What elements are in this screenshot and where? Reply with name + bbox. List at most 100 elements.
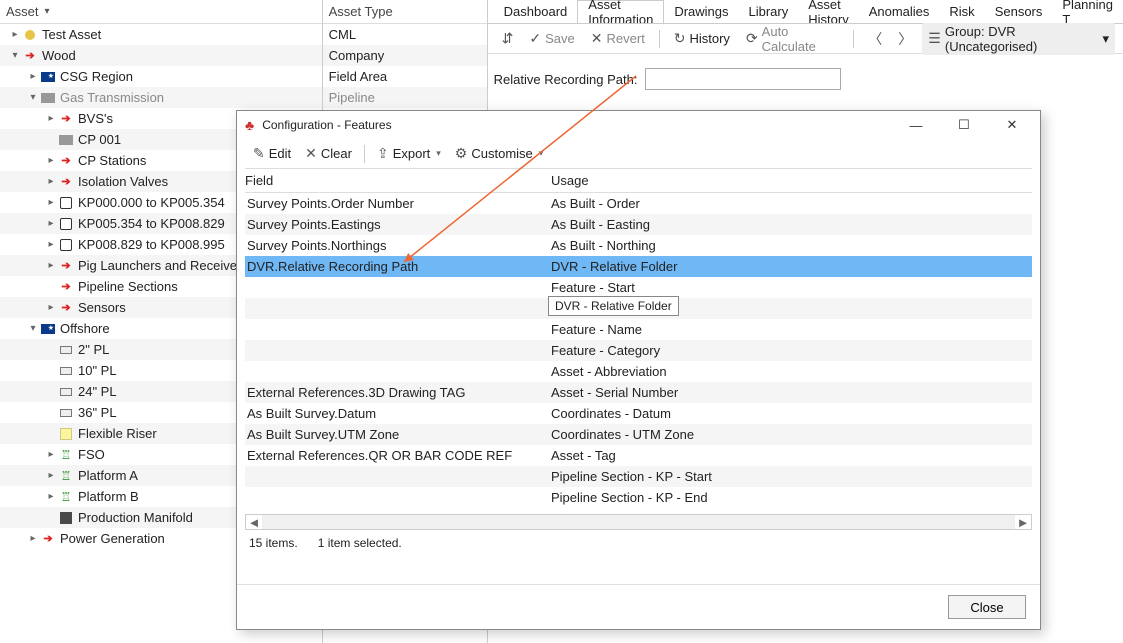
tree-item-icon: ➔ [58, 153, 74, 169]
scroll-track[interactable] [262, 515, 1015, 529]
grid-row[interactable]: Pipeline Section - KP - End [245, 487, 1032, 508]
app-icon: ♣ [245, 117, 254, 133]
grid-header[interactable]: Field Usage [245, 169, 1032, 193]
separator [853, 30, 854, 48]
dialog-footer: Close [237, 584, 1040, 629]
grid-row[interactable]: DVR.Relative Recording PathDVR - Relativ… [245, 256, 1032, 277]
asset-type-header[interactable]: Asset Type [323, 0, 487, 24]
tree-item-icon [40, 321, 56, 337]
grid-row[interactable]: Survey Points.NorthingsAs Built - Northi… [245, 235, 1032, 256]
expand-icon[interactable]: ▸ [44, 491, 58, 502]
prev-button[interactable]: 〈 [862, 27, 888, 51]
revert-button[interactable]: ✕Revert [585, 28, 651, 49]
tab-anomalies[interactable]: Anomalies [859, 0, 940, 24]
expand-icon[interactable]: ▸ [44, 260, 58, 271]
chevron-right-icon: 〉 [898, 29, 912, 49]
cell-usage: As Built - Easting [551, 217, 1032, 232]
column-usage[interactable]: Usage [551, 173, 1032, 188]
grid-row[interactable]: External References.QR OR BAR CODE REFAs… [245, 445, 1032, 466]
next-button[interactable]: 〉 [892, 27, 918, 51]
close-button[interactable]: Close [948, 595, 1026, 619]
expand-icon[interactable]: ▸ [44, 449, 58, 460]
grid-row[interactable]: Survey Points.EastingsAs Built - Easting [245, 214, 1032, 235]
features-grid[interactable]: Survey Points.Order NumberAs Built - Ord… [245, 193, 1032, 508]
expand-icon[interactable]: ▸ [44, 176, 58, 187]
expand-icon[interactable]: ▸ [44, 155, 58, 166]
save-button[interactable]: ✓Save [523, 28, 580, 49]
tab-sensors[interactable]: Sensors [985, 0, 1053, 24]
expand-icon[interactable]: ▸ [44, 470, 58, 481]
tab-library[interactable]: Library [739, 0, 799, 24]
tab-asset-history[interactable]: Asset History [798, 0, 858, 24]
tabs-bar[interactable]: DashboardAsset InformationDrawingsLibrar… [488, 0, 1123, 24]
grid-row[interactable]: Pipeline Section - KP - Start [245, 466, 1032, 487]
tree-item[interactable]: ▾➔Wood [0, 45, 322, 66]
grid-row[interactable]: Asset - Abbreviation [245, 361, 1032, 382]
asset-tree-header-label: Asset [6, 4, 39, 19]
expand-icon[interactable]: ▾ [26, 92, 40, 103]
maximize-button[interactable]: ☐ [944, 117, 984, 133]
cell-usage: Asset - Tag [551, 448, 1032, 463]
scroll-left-icon[interactable]: ◄ [246, 515, 262, 530]
expand-icon[interactable]: ▸ [44, 239, 58, 250]
tab-drawings[interactable]: Drawings [664, 0, 738, 24]
grid-row[interactable]: Feature - Start [245, 277, 1032, 298]
edit-button[interactable]: ✎Edit [247, 143, 297, 164]
tree-item-icon [58, 363, 74, 379]
grid-row[interactable]: As Built Survey.DatumCoordinates - Datum [245, 403, 1032, 424]
history-button[interactable]: ↻History [668, 28, 736, 49]
expand-icon[interactable]: ▸ [44, 218, 58, 229]
tree-item-label: Wood [42, 48, 76, 63]
tree-item-label: CP Stations [78, 153, 146, 168]
grid-row[interactable]: Survey Points.Order NumberAs Built - Ord… [245, 193, 1032, 214]
grid-row[interactable]: Feature - Name [245, 319, 1032, 340]
chevron-down-icon: ▾ [45, 6, 50, 17]
horizontal-scrollbar[interactable]: ◄ ► [245, 514, 1032, 530]
column-field[interactable]: Field [245, 173, 551, 188]
tree-item-icon [58, 405, 74, 421]
expand-icon[interactable]: ▸ [44, 197, 58, 208]
tree-item-icon [40, 90, 56, 106]
tree-item-label: Isolation Valves [78, 174, 168, 189]
dialog-title: Configuration - Features [262, 118, 391, 132]
tab-planning-t[interactable]: Planning T [1052, 0, 1123, 24]
tab-asset-information[interactable]: Asset Information [577, 0, 664, 24]
cell-field: Survey Points.Northings [245, 238, 551, 253]
dialog-titlebar[interactable]: ♣ Configuration - Features — ☐ ✕ [237, 111, 1040, 139]
asset-tree-header[interactable]: Asset ▾ [0, 0, 322, 24]
expand-icon[interactable]: ▸ [26, 533, 40, 544]
tree-item-label: Platform B [78, 489, 139, 504]
tree-item[interactable]: ▸Test Asset [0, 24, 322, 45]
tree-item-icon: ♖ [58, 468, 74, 484]
scroll-right-icon[interactable]: ► [1015, 515, 1031, 530]
export-button[interactable]: ⇪Export▾ [371, 143, 447, 164]
close-window-button[interactable]: ✕ [992, 117, 1032, 133]
grid-row[interactable]: Feature - Category [245, 340, 1032, 361]
export-icon: ⇪ [377, 145, 389, 162]
tree-item[interactable]: ▸CSG Region [0, 66, 322, 87]
expand-icon[interactable]: ▸ [44, 113, 58, 124]
expand-icon[interactable]: ▸ [26, 71, 40, 82]
expand-icon[interactable]: ▾ [26, 323, 40, 334]
tab-risk[interactable]: Risk [939, 0, 984, 24]
group-selector[interactable]: ☰ Group: DVR (Uncategorised) ▾ [922, 23, 1115, 55]
expand-icon[interactable]: ▾ [8, 50, 22, 61]
grid-row[interactable]: As Built Survey.UTM ZoneCoordinates - UT… [245, 424, 1032, 445]
configuration-features-dialog: ♣ Configuration - Features — ☐ ✕ ✎Edit ✕… [236, 110, 1041, 630]
customise-button[interactable]: ⚙Customise▾ [449, 143, 550, 164]
recording-path-input[interactable] [645, 68, 841, 90]
expand-icon[interactable]: ▸ [44, 302, 58, 313]
clear-button[interactable]: ✕Clear [299, 143, 358, 164]
tab-dashboard[interactable]: Dashboard [494, 0, 578, 24]
auto-calculate-button[interactable]: ⟳Auto Calculate [740, 22, 845, 56]
tree-item-label: KP005.354 to KP008.829 [78, 216, 225, 231]
expand-collapse-button[interactable]: ⇵ [496, 28, 520, 49]
tree-item-label: Pig Launchers and Receivers [78, 258, 248, 273]
separator [659, 30, 660, 48]
tree-item[interactable]: ▾Gas Transmission [0, 87, 322, 108]
expand-icon[interactable]: ▸ [8, 29, 22, 40]
tree-item-label: Pipeline Sections [78, 279, 178, 294]
minimize-button[interactable]: — [896, 118, 936, 133]
tree-item-label: CP 001 [78, 132, 121, 147]
grid-row[interactable]: External References.3D Drawing TAGAsset … [245, 382, 1032, 403]
